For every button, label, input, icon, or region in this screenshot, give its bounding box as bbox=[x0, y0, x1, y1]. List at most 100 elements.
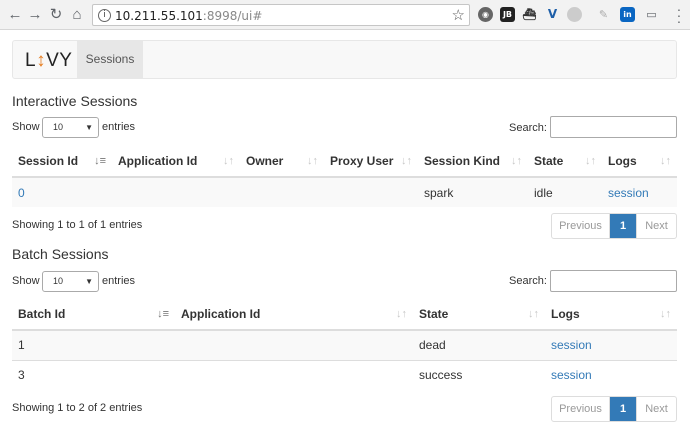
brand-rest: VY bbox=[46, 50, 73, 71]
show-label: Show bbox=[12, 121, 40, 133]
batch-sessions-table: Batch Id ↓≡ Application Id ↓↑ State ↓↑ Logs… bbox=[12, 299, 677, 390]
col-logs[interactable]: Logs ↓↑ bbox=[602, 146, 677, 178]
logs-link[interactable]: session bbox=[551, 338, 592, 352]
application-id-cell bbox=[175, 359, 413, 390]
ship-extension-icon[interactable]: ⛴ bbox=[522, 7, 537, 22]
brand-l: L bbox=[25, 50, 37, 71]
url-path: :8998/ui# bbox=[202, 9, 263, 23]
linkedin-extension-icon[interactable]: in bbox=[620, 7, 635, 22]
interactive-sessions-title: Interactive Sessions bbox=[12, 93, 138, 109]
address-bar[interactable]: i 10.211.55.101:8998/ui# ☆ bbox=[92, 4, 470, 26]
previous-button[interactable]: Previous bbox=[552, 214, 610, 238]
owner-cell bbox=[240, 177, 324, 207]
state-cell: idle bbox=[528, 177, 602, 207]
interactive-info: Showing 1 to 1 of 1 entries bbox=[12, 219, 143, 231]
feather-extension-icon[interactable]: ✎ bbox=[596, 7, 611, 22]
col-label: Batch Id bbox=[18, 307, 66, 321]
livy-logo[interactable]: L↕VY bbox=[25, 50, 72, 72]
col-application-id[interactable]: Application Id ↓↑ bbox=[175, 299, 413, 331]
sort-icon: ↓↑ bbox=[396, 308, 407, 320]
col-label: Application Id bbox=[181, 307, 261, 321]
globe-extension-icon[interactable]: ◉ bbox=[478, 7, 493, 22]
sort-icon: ↓↑ bbox=[223, 155, 234, 167]
v-extension-icon[interactable]: V bbox=[545, 7, 560, 22]
interactive-length-select[interactable]: 10 ▼ bbox=[42, 117, 99, 138]
col-label: Session Id bbox=[18, 154, 79, 168]
next-button[interactable]: Next bbox=[636, 397, 676, 421]
col-owner[interactable]: Owner ↓↑ bbox=[240, 146, 324, 178]
col-label: State bbox=[534, 154, 564, 168]
sort-asc-icon: ↓≡ bbox=[157, 308, 169, 320]
page-1-button[interactable]: 1 bbox=[610, 214, 636, 238]
entries-label: entries bbox=[102, 275, 136, 287]
logs-link[interactable]: session bbox=[551, 368, 592, 382]
sort-asc-icon: ↓≡ bbox=[94, 155, 106, 167]
col-label: Owner bbox=[246, 154, 284, 168]
logs-cell: session bbox=[545, 330, 677, 360]
circle-extension-icon[interactable] bbox=[567, 7, 582, 22]
col-state[interactable]: State ↓↑ bbox=[528, 146, 602, 178]
col-application-id[interactable]: Application Id ↓↑ bbox=[112, 146, 240, 178]
table-header-row: Batch Id ↓≡ Application Id ↓↑ State ↓↑ Logs… bbox=[12, 299, 677, 331]
info-icon[interactable]: i bbox=[98, 9, 111, 22]
state-cell: dead bbox=[413, 330, 545, 360]
chevron-down-icon: ▼ bbox=[85, 123, 93, 132]
browser-toolbar: ← → ↻ ⌂ i 10.211.55.101:8998/ui# ☆ ◉ JB … bbox=[0, 0, 690, 30]
col-label: State bbox=[419, 307, 449, 321]
batch-info: Showing 1 to 2 of 2 entries bbox=[12, 402, 143, 414]
length-value: 10 bbox=[53, 122, 64, 132]
bookmark-star-icon[interactable]: ☆ bbox=[452, 6, 465, 24]
show-label: Show bbox=[12, 275, 40, 287]
interactive-sessions-table: Session Id ↓≡ Application Id ↓↑ Owner ↓↑ Pr… bbox=[12, 146, 677, 207]
sort-icon: ↓↑ bbox=[401, 155, 412, 167]
session-id-cell: 0 bbox=[12, 177, 112, 207]
brand-arrow-icon: ↕ bbox=[36, 50, 47, 71]
col-label: Proxy User bbox=[330, 154, 394, 168]
previous-button[interactable]: Previous bbox=[552, 397, 610, 421]
table-header-row: Session Id ↓≡ Application Id ↓↑ Owner ↓↑ Pr… bbox=[12, 146, 677, 178]
proxy-user-cell bbox=[324, 177, 418, 207]
forward-icon[interactable]: → bbox=[26, 6, 44, 24]
table-row: 1 dead session bbox=[12, 330, 677, 360]
search-label: Search: bbox=[509, 275, 547, 287]
sort-icon: ↓↑ bbox=[585, 155, 596, 167]
home-icon[interactable]: ⌂ bbox=[68, 6, 86, 24]
col-label: Application Id bbox=[118, 154, 198, 168]
state-cell: success bbox=[413, 359, 545, 390]
chevron-down-icon: ▼ bbox=[85, 277, 93, 286]
col-proxy-user[interactable]: Proxy User ↓↑ bbox=[324, 146, 418, 178]
cast-icon[interactable]: ▭ bbox=[644, 7, 659, 22]
batch-sessions-title: Batch Sessions bbox=[12, 246, 109, 262]
logs-link[interactable]: session bbox=[608, 186, 649, 200]
col-batch-id[interactable]: Batch Id ↓≡ bbox=[12, 299, 175, 331]
search-label: Search: bbox=[509, 122, 547, 134]
col-state[interactable]: State ↓↑ bbox=[413, 299, 545, 331]
app-navbar: L↕VY Sessions bbox=[12, 40, 677, 79]
application-id-cell bbox=[175, 330, 413, 360]
batch-id-cell: 3 bbox=[12, 359, 175, 390]
page-1-button[interactable]: 1 bbox=[610, 397, 636, 421]
interactive-search-input[interactable] bbox=[550, 116, 677, 138]
logs-cell: session bbox=[602, 177, 677, 207]
reload-icon[interactable]: ↻ bbox=[47, 6, 65, 24]
tab-sessions[interactable]: Sessions bbox=[77, 41, 143, 78]
batch-pagination: Previous 1 Next bbox=[551, 396, 677, 422]
table-row: 0 spark idle session bbox=[12, 177, 677, 207]
col-logs[interactable]: Logs ↓↑ bbox=[545, 299, 677, 331]
session-id-link[interactable]: 0 bbox=[18, 186, 25, 200]
sort-icon: ↓↑ bbox=[660, 308, 671, 320]
jb-extension-icon[interactable]: JB bbox=[500, 7, 515, 22]
batch-length-select[interactable]: 10 ▼ bbox=[42, 271, 99, 292]
col-session-kind[interactable]: Session Kind ↓↑ bbox=[418, 146, 528, 178]
logs-cell: session bbox=[545, 359, 677, 390]
next-button[interactable]: Next bbox=[636, 214, 676, 238]
col-session-id[interactable]: Session Id ↓≡ bbox=[12, 146, 112, 178]
back-icon[interactable]: ← bbox=[6, 6, 24, 24]
batch-search-input[interactable] bbox=[550, 270, 677, 292]
batch-id-cell: 1 bbox=[12, 330, 175, 360]
menu-dots-icon[interactable]: · · · bbox=[674, 2, 684, 28]
interactive-pagination: Previous 1 Next bbox=[551, 213, 677, 239]
sort-icon: ↓↑ bbox=[511, 155, 522, 167]
sort-icon: ↓↑ bbox=[660, 155, 671, 167]
sort-icon: ↓↑ bbox=[528, 308, 539, 320]
